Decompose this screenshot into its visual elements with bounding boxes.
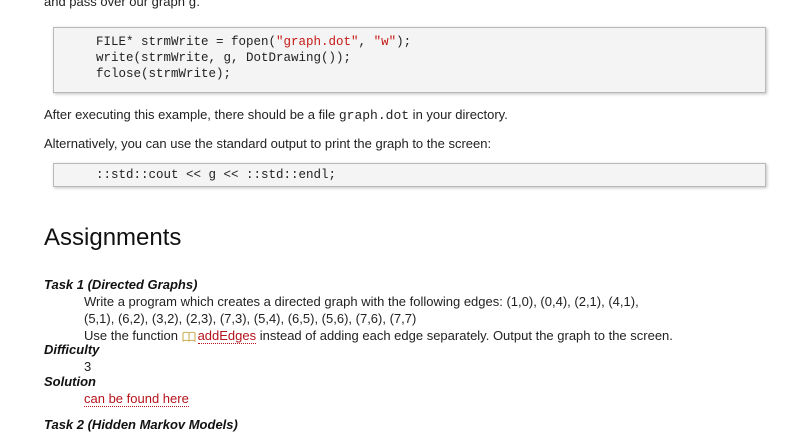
code-block-cout: ::std::cout << g << ::std::endl; [53,163,766,187]
code-line-2: write(strmWrite, g, DotDrawing()); [96,51,352,65]
task1-line2: (5,1), (6,2), (3,2), (2,3), (7,3), (5,4)… [84,311,417,326]
task1-description: Write a program which creates a directed… [84,293,673,346]
addEdges-link[interactable]: addEdges [197,328,257,344]
code-block-content: FILE* strmWrite = fopen("graph.dot", "w"… [54,28,765,82]
code-line-3: fclose(strmWrite); [96,67,232,81]
task1-line3: Use the function addEdges instead of add… [84,327,673,346]
filename-graph-dot: graph.dot [338,108,410,123]
solution-label: Solution [44,374,96,389]
task1-title: Task 1 (Directed Graphs) [44,277,198,292]
task1-line1: Write a program which creates a directed… [84,294,639,309]
intro-text: and pass over our graph g. [44,0,200,10]
difficulty-label: Difficulty [44,342,100,357]
solution-link-wrap: can be found here [84,390,189,407]
paragraph-file-created: After executing this example, there shou… [44,107,508,123]
task2-title: Task 2 (Hidden Markov Models) [44,417,238,432]
intro-text-after: . [196,0,200,9]
assignments-heading: Assignments [44,224,182,251]
intro-text-before: and pass over our graph [44,0,189,9]
paragraph-standard-output: Alternatively, you can use the standard … [44,136,492,151]
book-icon [182,329,196,346]
code-line-1: FILE* strmWrite = fopen("graph.dot", "w"… [96,35,412,49]
solution-link[interactable]: can be found here [84,391,189,407]
difficulty-value: 3 [84,359,92,374]
code-block-file-write: FILE* strmWrite = fopen("graph.dot", "w"… [53,27,766,93]
code-cout-line: ::std::cout << g << ::std::endl; [96,168,337,182]
